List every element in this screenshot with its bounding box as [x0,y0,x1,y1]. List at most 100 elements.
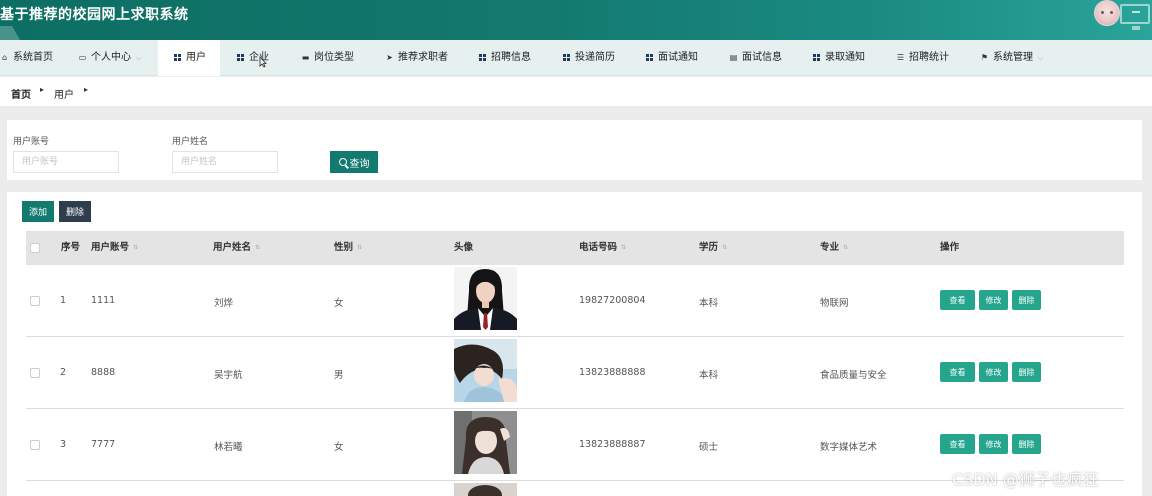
send-icon: ➤ [386,53,393,62]
cell-phone: 13823888887 [579,439,646,450]
grid-icon [646,54,653,61]
cell-name: 林若曦 [214,442,243,453]
chevron-down-icon: ⌵ [1038,54,1044,62]
col-phone[interactable]: 电话号码 ⇅ [579,231,626,265]
col-avatar: 头像 [454,242,474,253]
avatar-photo [454,339,517,402]
cell-name: 吴宇航 [214,370,243,381]
cell-index: 1 [60,295,67,306]
col-education[interactable]: 学历 ⇅ [699,231,727,265]
name-search-input[interactable] [172,151,278,173]
query-button[interactable]: 查询 [330,151,378,173]
col-phone-label: 电话号码 [579,242,618,253]
nav-item-label: 推荐求职者 [398,52,448,63]
col-account[interactable]: 用户账号 ⇅ [91,231,138,265]
table-row: 1 1111 刘烨 女 19827200804 本科 物联网 查看 修改 删除 [26,265,1124,337]
nav-item-label: 系统首页 [13,52,53,63]
col-operation: 操作 [940,242,960,253]
col-gender-label: 性别 [334,242,354,253]
home-icon: ⌂ [1,53,8,62]
cell-gender: 男 [334,370,344,381]
nav-item-home[interactable]: ⌂ 系统首页 [0,40,53,76]
chevron-down-icon: ⌵ [136,54,142,62]
col-major[interactable]: 专业 ⇅ [820,231,848,265]
nav-item-users[interactable]: 用户 [158,40,220,76]
row-delete-button[interactable]: 删除 [1012,362,1041,382]
nav-item-personal-center[interactable]: ▭ 个人中心 ⌵ [78,40,142,76]
monitor-screen [1132,11,1140,13]
add-button[interactable]: 添加 [22,201,54,222]
cell-index: 3 [60,439,67,450]
delete-button[interactable]: 删除 [59,201,91,222]
chevron-right-icon: ▸ [84,85,89,94]
mouse-cursor-icon [259,56,267,68]
cell-name: 刘烨 [214,298,234,309]
watermark: CSDN @狮子也疯狂 [952,470,1099,489]
nav-item-label: 个人中心 [91,52,131,63]
nav-item-label: 用户 [186,52,206,63]
briefcase-icon: ▬ [301,53,310,62]
cell-major: 物联网 [820,298,849,309]
nav-item-label: 面试信息 [742,52,782,63]
col-gender[interactable]: 性别 ⇅ [334,231,362,265]
table-header: 序号 用户账号 ⇅ 用户姓名 ⇅ 性别 ⇅ 头像 电话号码 ⇅ 学历 ⇅ 专业 ⇅ 操作 [26,231,1124,265]
nav-item-system-management[interactable]: ⚑ 系统管理 ⌵ [980,40,1043,76]
sliders-icon: ☰ [896,53,905,62]
chevron-right-icon: ▸ [40,85,45,94]
select-all-checkbox[interactable] [30,243,40,253]
edit-button[interactable]: 修改 [979,290,1008,310]
flag-icon: ⚑ [980,53,989,62]
account-label: 用户账号 [13,137,50,147]
row-checkbox[interactable] [30,368,40,378]
calendar-icon: ▤ [729,53,738,62]
search-panel: 用户账号 用户姓名 查询 [7,120,1142,180]
nav-item-recruit-info[interactable]: 招聘信息 [479,40,531,76]
app-title: 基于推荐的校园网上求职系统 [0,7,189,23]
row-delete-button[interactable]: 删除 [1012,290,1041,310]
view-button[interactable]: 查看 [940,362,975,382]
cell-major: 食品质量与安全 [820,370,887,381]
header-decoration [0,26,20,40]
edit-button[interactable]: 修改 [979,434,1008,454]
name-label: 用户姓名 [172,137,209,147]
breadcrumb-users: 用户 [54,90,74,101]
nav-item-submit-resume[interactable]: 投递简历 [563,40,615,76]
nav-item-label: 投递简历 [575,52,615,63]
nav-item-recruit-stats[interactable]: ☰ 招聘统计 [896,40,949,76]
view-button[interactable]: 查看 [940,434,975,454]
nav-item-interview-notice[interactable]: 面试通知 [646,40,698,76]
row-checkbox[interactable] [30,440,40,450]
col-name[interactable]: 用户姓名 ⇅ [213,231,260,265]
nav-item-label: 招聘信息 [491,52,531,63]
nav-item-job-type[interactable]: ▬ 岗位类型 [301,40,354,76]
sort-icon: ⇅ [133,244,139,251]
nav-item-interview-info[interactable]: ▤ 面试信息 [729,40,782,76]
view-button[interactable]: 查看 [940,290,975,310]
cell-index: 2 [60,367,67,378]
row-checkbox[interactable] [30,296,40,306]
grid-icon [479,54,486,61]
search-icon [338,158,347,166]
cell-account: 1111 [91,295,116,306]
cell-phone: 13823888888 [579,367,646,378]
cell-education: 本科 [699,298,719,309]
row-delete-button[interactable]: 删除 [1012,434,1041,454]
edit-button[interactable]: 修改 [979,362,1008,382]
account-search-input[interactable] [13,151,119,173]
grid-icon [813,54,820,61]
sort-icon: ⇅ [621,244,627,251]
user-avatar[interactable] [1094,0,1120,26]
nav-item-label: 面试通知 [658,52,698,63]
sort-icon: ⇅ [722,244,728,251]
nav-item-recommend[interactable]: ➤ 推荐求职者 [385,40,448,76]
cell-account: 7777 [91,439,116,450]
breadcrumb-home[interactable]: 首页 [11,86,31,101]
cell-major: 数字媒体艺术 [820,442,878,453]
nav-item-offer-notice[interactable]: 录取通知 [813,40,865,76]
cell-account: 8888 [91,367,116,378]
avatar-photo-partial [454,483,517,496]
nav-item-label: 招聘统计 [909,52,949,63]
query-button-label: 查询 [349,158,370,170]
top-nav: ⌂ 系统首页 ▭ 个人中心 ⌵ 用户 企业 ▬ 岗位类型 ➤ 推荐求职者 招聘信息 投递简… [0,40,1152,76]
monitor-icon[interactable] [1120,4,1150,30]
